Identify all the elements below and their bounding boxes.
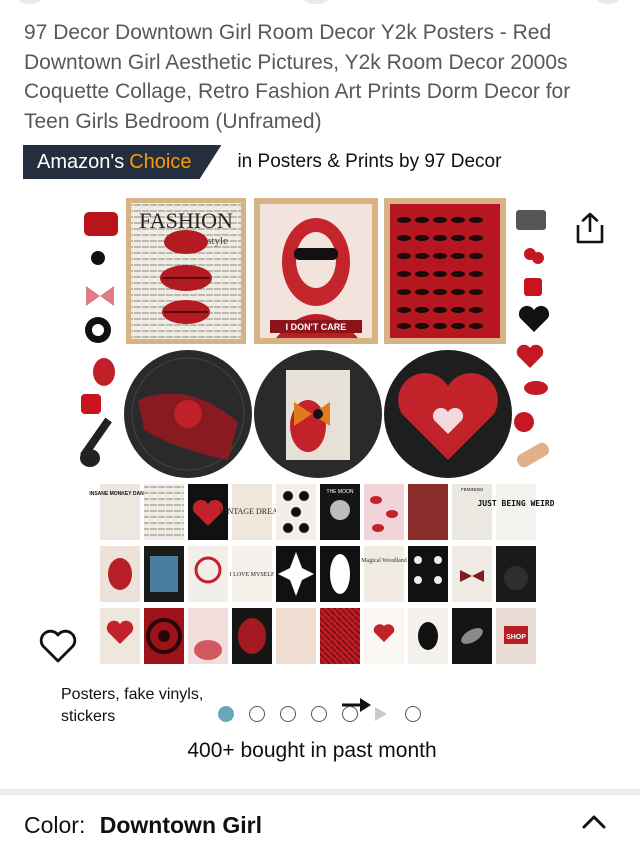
fashion-text: FASHION [139,208,233,233]
bought-text: 400+ bought in past month [187,739,437,762]
insane-text: INSANE MONKEY DANCE [89,491,151,497]
butterfly-sticker [86,286,114,306]
product-title: 97 Decor Downtown Girl Room Decor Y2k Po… [24,21,571,133]
telephone-sticker [84,212,118,236]
poster-eyes-grid [384,198,506,344]
amazons-choice-badge[interactable]: Amazon's Choice [23,145,222,179]
bandage-sticker [516,442,550,468]
carousel-dot[interactable] [342,706,358,722]
anatomical-heart-sticker [93,358,115,386]
chevron-up-icon[interactable] [580,810,608,832]
cassette-sticker [516,210,546,230]
image-caption: Posters, fake vinyls, stickers [61,686,204,725]
carousel-dot[interactable] [218,706,234,722]
style-text: style [207,235,228,247]
poster-fashion-lips: FASHION style [126,198,246,344]
color-value: Downtown Girl [99,812,263,838]
poster-grid-row-2: I LOVE MYSELF Magical Woodland [100,546,536,602]
feminism-text: FEMINISM [461,487,483,492]
color-label: Color: [24,812,86,838]
cutoff-thumb [16,0,44,4]
poster-girl-sunglasses: I DON'T CARE [254,198,378,344]
stickers-right [514,210,550,468]
top-cutoff-thumbnails [0,0,640,6]
video-play-icon[interactable] [375,707,387,721]
carousel-dot[interactable] [405,706,421,722]
cutoff-thumb [302,0,330,4]
the-moon-text: THE MOON [327,489,354,495]
poster-grid-row-1: INSANE MONKEY DANCE VINTAGE DREAM THE MO… [89,484,554,540]
amazons-choice-row[interactable]: Amazon's Choice in Posters & Prints by 97… [23,145,501,179]
badge-choice: Choice [129,150,192,173]
cutoff-thumb [594,0,622,4]
share-icon[interactable] [574,211,606,245]
flower-sticker [91,251,105,265]
section-divider [0,789,640,795]
just-being-weird-text: JUST BEING WEIRD [477,499,554,508]
stickers-left [80,212,118,467]
love-myself-text: I LOVE MYSELF [230,572,275,578]
badge-prefix: Amazon's [37,150,125,173]
shop-text: SHOP [506,634,526,641]
lips-sticker [524,381,548,395]
vinyl-records [124,350,512,478]
carousel-dot[interactable] [311,706,327,722]
dont-care-text: I DON'T CARE [286,322,347,332]
black-heart-sticker [518,305,550,332]
dice-sticker [81,394,101,414]
color-variation-row[interactable]: Color: Downtown Girl [24,812,262,839]
badge-category[interactable]: in Posters & Prints by 97 Decor [237,151,501,173]
heart-outline-icon[interactable] [38,627,78,665]
product-image[interactable]: FASHION style I DON'T CARE INSANE MONKEY… [78,190,554,670]
billiard-ball-sticker [514,412,534,432]
carousel-dot[interactable] [280,706,296,722]
bought-in-past-month: 400+ bought in past month [0,739,640,763]
poster-grid-row-3: SHOP [100,608,536,664]
red-heart-sticker [516,344,544,368]
carousel-dot[interactable] [249,706,265,722]
vintage-text: VINTAGE DREAM [219,507,285,516]
dice-red-sticker [524,278,542,296]
magical-text: Magical Woodland [361,558,407,564]
